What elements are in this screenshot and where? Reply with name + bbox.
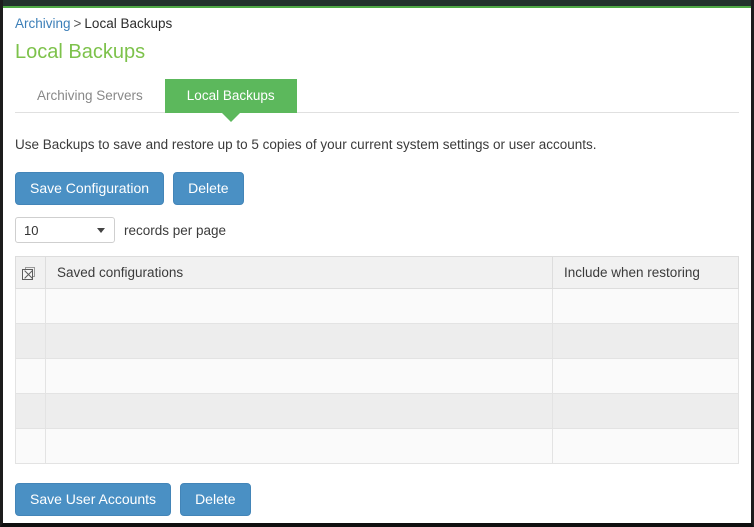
table-body <box>15 288 739 464</box>
top-button-row: Save Configuration Delete <box>15 172 739 205</box>
tab-archiving-servers[interactable]: Archiving Servers <box>15 79 165 113</box>
row-checkbox-cell[interactable] <box>15 393 46 429</box>
records-per-page-value: 10 <box>24 222 39 238</box>
saved-configurations-table: Saved configurations Include when restor… <box>15 256 739 464</box>
tab-archiving-servers-label: Archiving Servers <box>37 88 143 103</box>
table-row[interactable] <box>15 323 739 359</box>
table-header-saved-configurations[interactable]: Saved configurations <box>45 256 553 289</box>
chevron-down-icon <box>97 227 105 233</box>
breadcrumb-separator: > <box>73 16 82 31</box>
delete-user-accounts-button[interactable]: Delete <box>180 483 251 516</box>
intro-text: Use Backups to save and restore up to 5 … <box>15 137 597 152</box>
table-header-row: Saved configurations Include when restor… <box>15 256 739 289</box>
table-row[interactable] <box>15 428 739 464</box>
breadcrumb-link-archiving[interactable]: Archiving <box>15 16 71 31</box>
records-per-page-row: 10 records per page <box>15 217 739 243</box>
content-area: Archiving > Local Backups Local Backups Ar… <box>3 8 751 516</box>
row-checkbox-cell[interactable] <box>15 358 46 394</box>
table-header-select-all[interactable] <box>15 256 46 289</box>
table-row[interactable] <box>15 358 739 394</box>
table-header-include-when-restoring[interactable]: Include when restoring <box>552 256 739 289</box>
row-checkbox-cell[interactable] <box>15 323 46 359</box>
table-row[interactable] <box>15 393 739 429</box>
delete-configuration-button[interactable]: Delete <box>173 172 244 205</box>
row-checkbox-cell[interactable] <box>15 288 46 324</box>
page-title: Local Backups <box>15 41 146 63</box>
bottom-button-row: Save User Accounts Delete <box>15 483 739 516</box>
row-checkbox-cell[interactable] <box>15 428 46 464</box>
breadcrumb: Archiving > Local Backups <box>15 8 739 33</box>
row-name-cell <box>45 358 553 394</box>
row-include-cell <box>552 358 739 394</box>
row-name-cell <box>45 288 553 324</box>
records-per-page-select[interactable]: 10 <box>15 217 115 243</box>
row-name-cell <box>45 428 553 464</box>
row-include-cell <box>552 428 739 464</box>
row-include-cell <box>552 393 739 429</box>
select-all-icon-front-square <box>22 268 33 280</box>
tab-local-backups[interactable]: Local Backups <box>164 79 297 122</box>
table-row[interactable] <box>15 288 739 324</box>
tab-local-backups-label: Local Backups <box>186 88 275 103</box>
records-per-page-label: records per page <box>124 222 227 238</box>
top-chrome-bar <box>3 0 751 8</box>
row-name-cell <box>45 393 553 429</box>
tab-strip: Archiving Servers Local Backups <box>15 79 739 122</box>
row-include-cell <box>552 288 739 324</box>
breadcrumb-current: Local Backups <box>84 16 173 31</box>
app-window: Archiving > Local Backups Local Backups Ar… <box>0 0 754 527</box>
save-user-accounts-button[interactable]: Save User Accounts <box>15 483 172 516</box>
save-configuration-button[interactable]: Save Configuration <box>15 172 165 205</box>
row-name-cell <box>45 323 553 359</box>
select-all-icon[interactable] <box>22 266 35 280</box>
table-header: Saved configurations Include when restor… <box>15 256 739 289</box>
row-include-cell <box>552 323 739 359</box>
